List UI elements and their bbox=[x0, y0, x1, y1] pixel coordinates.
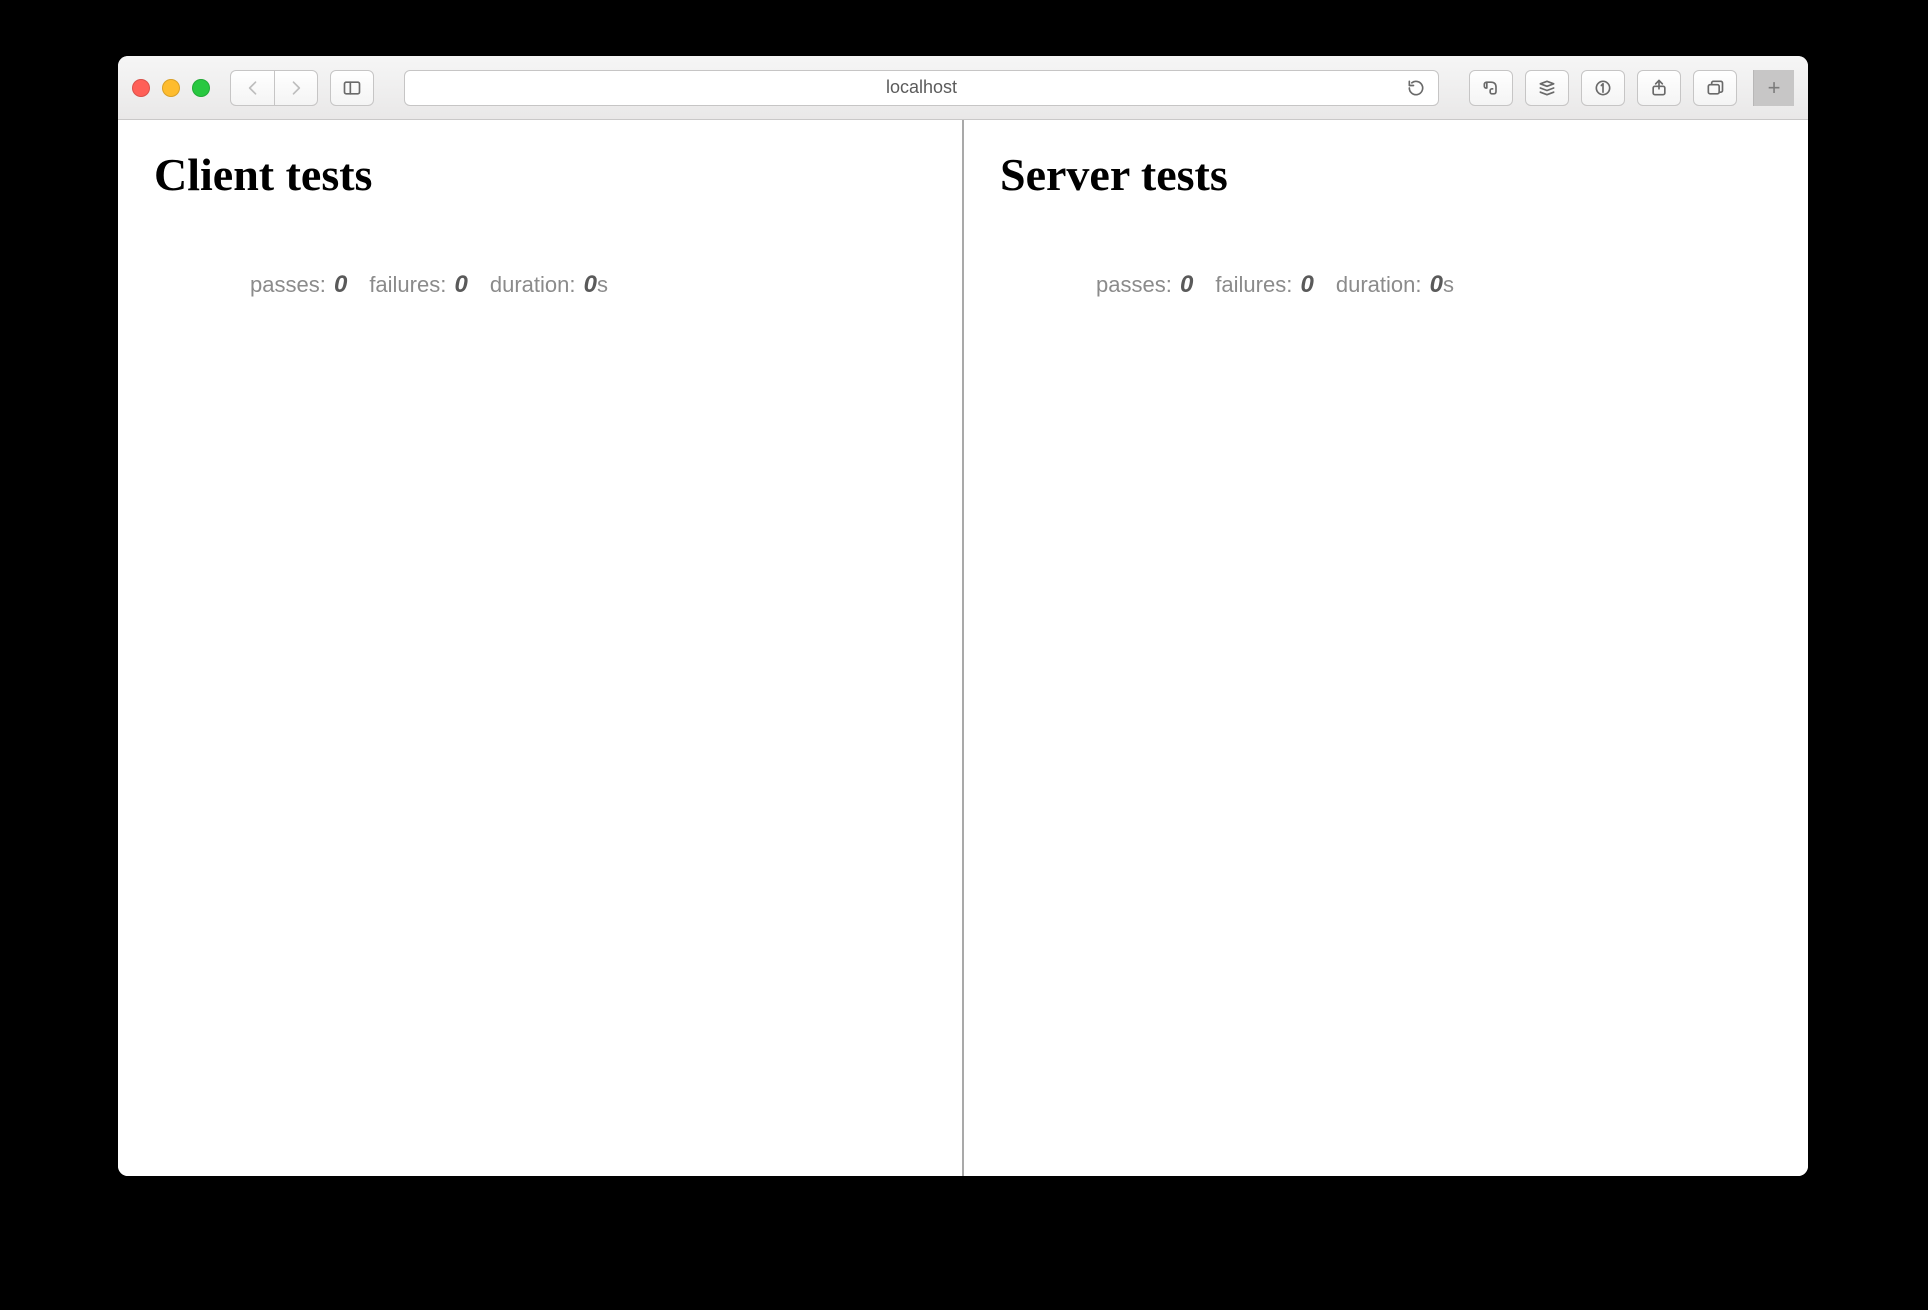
client-duration-unit: s bbox=[597, 272, 608, 297]
window-controls bbox=[132, 79, 210, 97]
sidebar-icon bbox=[342, 78, 362, 98]
client-duration: duration: 0s bbox=[490, 271, 608, 299]
server-failures: failures: 0 bbox=[1215, 271, 1314, 299]
client-failures-value: 0 bbox=[454, 271, 467, 298]
server-tests-title: Server tests bbox=[1000, 148, 1772, 201]
server-duration: duration: 0s bbox=[1336, 271, 1454, 299]
buffer-extension-button[interactable] bbox=[1525, 70, 1569, 106]
chevron-right-icon bbox=[286, 78, 306, 98]
client-duration-label: duration: bbox=[490, 272, 576, 297]
share-button[interactable] bbox=[1637, 70, 1681, 106]
reload-button[interactable] bbox=[1406, 78, 1426, 98]
chevron-left-icon bbox=[243, 78, 263, 98]
server-failures-label: failures: bbox=[1215, 272, 1292, 297]
new-tab-button[interactable]: + bbox=[1753, 70, 1794, 106]
evernote-extension-button[interactable] bbox=[1469, 70, 1513, 106]
server-duration-value: 0 bbox=[1430, 271, 1443, 298]
address-text: localhost bbox=[886, 77, 957, 98]
forward-button[interactable] bbox=[274, 70, 318, 106]
server-passes-value: 0 bbox=[1180, 271, 1193, 298]
stack-icon bbox=[1537, 78, 1557, 98]
minimize-window-button[interactable] bbox=[162, 79, 180, 97]
server-failures-value: 0 bbox=[1300, 271, 1313, 298]
client-tests-stats: passes: 0 failures: 0 duration: 0s bbox=[250, 271, 926, 299]
server-duration-unit: s bbox=[1443, 272, 1454, 297]
plus-icon: + bbox=[1768, 75, 1781, 101]
client-duration-value: 0 bbox=[584, 271, 597, 298]
onepassword-extension-button[interactable] bbox=[1581, 70, 1625, 106]
zoom-window-button[interactable] bbox=[192, 79, 210, 97]
client-failures-label: failures: bbox=[369, 272, 446, 297]
nav-back-forward bbox=[230, 70, 318, 106]
server-duration-label: duration: bbox=[1336, 272, 1422, 297]
client-passes-label: passes: bbox=[250, 272, 326, 297]
page-content: Client tests passes: 0 failures: 0 durat… bbox=[118, 120, 1808, 1176]
elephant-icon bbox=[1481, 78, 1501, 98]
client-passes: passes: 0 bbox=[250, 271, 347, 299]
server-tests-pane: Server tests passes: 0 failures: 0 durat… bbox=[962, 120, 1808, 1176]
close-window-button[interactable] bbox=[132, 79, 150, 97]
show-all-tabs-button[interactable] bbox=[1693, 70, 1737, 106]
server-passes-label: passes: bbox=[1096, 272, 1172, 297]
back-button[interactable] bbox=[230, 70, 274, 106]
client-tests-pane: Client tests passes: 0 failures: 0 durat… bbox=[118, 120, 962, 1176]
server-tests-stats: passes: 0 failures: 0 duration: 0s bbox=[1096, 271, 1772, 299]
show-sidebar-button[interactable] bbox=[330, 70, 374, 106]
client-passes-value: 0 bbox=[334, 271, 347, 298]
tabs-icon bbox=[1705, 78, 1725, 98]
address-bar[interactable]: localhost bbox=[404, 70, 1439, 106]
server-passes: passes: 0 bbox=[1096, 271, 1193, 299]
key-circle-icon bbox=[1593, 78, 1613, 98]
reload-icon bbox=[1406, 78, 1426, 98]
browser-titlebar: localhost bbox=[118, 56, 1808, 120]
client-failures: failures: 0 bbox=[369, 271, 468, 299]
client-tests-title: Client tests bbox=[154, 148, 926, 201]
share-icon bbox=[1649, 78, 1669, 98]
browser-window: localhost bbox=[118, 56, 1808, 1176]
toolbar-right bbox=[1469, 70, 1737, 106]
